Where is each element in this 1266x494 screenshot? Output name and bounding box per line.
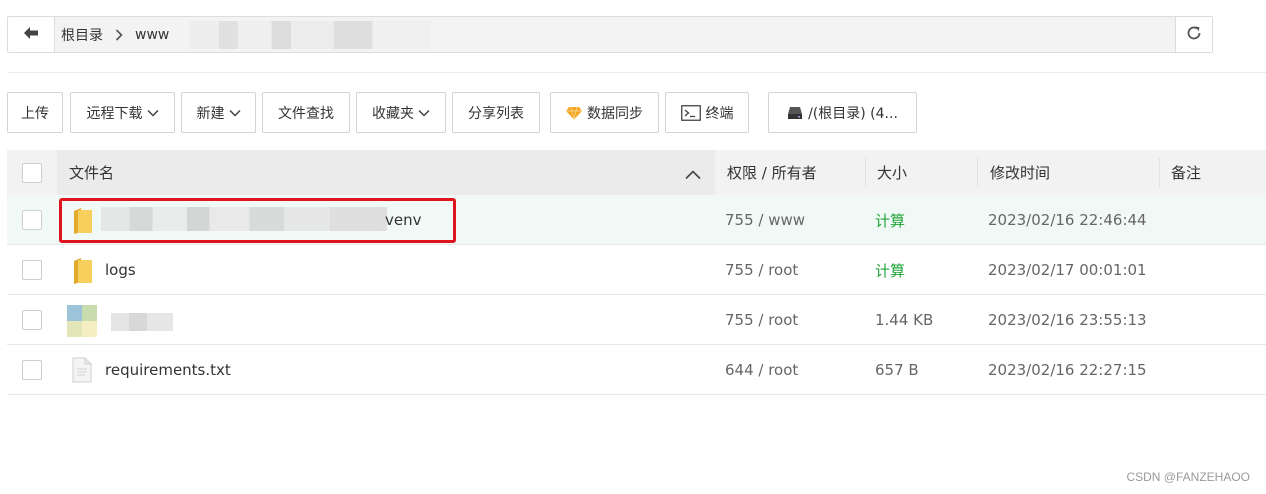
column-divider bbox=[1159, 158, 1160, 187]
permission-column-header[interactable]: 权限 / 所有者 bbox=[727, 150, 817, 195]
permission-header-label: 权限 / 所有者 bbox=[727, 164, 817, 182]
share-list-button[interactable]: 分享列表 bbox=[452, 92, 540, 133]
terminal-icon bbox=[680, 104, 701, 121]
file-manager-page: 根目录 www 上传 远程下载 新建 文件查找 收藏夹 分享列表 数据同步 终端… bbox=[0, 0, 1266, 494]
file-table: 文件名 权限 / 所有者 大小 修改时间 备注 venv 755 / www 计… bbox=[7, 150, 1266, 395]
name-column-header[interactable]: 文件名 bbox=[57, 150, 715, 195]
select-all-checkbox[interactable] bbox=[22, 162, 42, 183]
file-name-link[interactable]: logs bbox=[105, 261, 136, 279]
refresh-button[interactable] bbox=[1175, 17, 1212, 52]
file-name-link[interactable]: venv bbox=[385, 211, 422, 229]
back-button[interactable] bbox=[8, 17, 55, 52]
note-header-label: 备注 bbox=[1171, 164, 1202, 182]
row-checkbox[interactable] bbox=[22, 360, 42, 380]
modified-time: 2023/02/17 00:01:01 bbox=[988, 261, 1147, 279]
table-row[interactable]: 755 / root 1.44 KB 2023/02/16 23:55:13 bbox=[7, 295, 1266, 345]
calculate-size-link[interactable]: 计算 bbox=[875, 260, 905, 281]
permission-owner[interactable]: 644 / root bbox=[725, 361, 798, 379]
favorites-label: 收藏夹 bbox=[372, 105, 414, 122]
note-column-header[interactable]: 备注 bbox=[1171, 150, 1201, 195]
refresh-icon bbox=[1185, 24, 1203, 46]
arrow-left-icon bbox=[23, 25, 39, 44]
column-divider bbox=[865, 158, 866, 187]
modified-column-header[interactable]: 修改时间 bbox=[990, 150, 1050, 195]
disk-button[interactable]: /(根目录) (4... bbox=[768, 92, 917, 133]
sort-ascending-icon[interactable] bbox=[685, 166, 701, 184]
permission-owner[interactable]: 755 / www bbox=[725, 211, 805, 229]
upload-label: 上传 bbox=[21, 105, 49, 122]
column-divider bbox=[977, 158, 978, 187]
share-list-label: 分享列表 bbox=[468, 105, 524, 122]
breadcrumb: 根目录 www bbox=[61, 17, 169, 52]
permission-owner[interactable]: 755 / root bbox=[725, 311, 798, 329]
chevron-down-icon bbox=[146, 109, 159, 117]
remote-download-label: 远程下载 bbox=[86, 105, 143, 122]
favorites-button[interactable]: 收藏夹 bbox=[356, 92, 446, 133]
disk-label: /(根目录) (4... bbox=[808, 105, 898, 122]
blurred-filename-prefix bbox=[101, 207, 387, 231]
chevron-right-icon bbox=[115, 28, 123, 41]
chevron-down-icon bbox=[228, 109, 241, 117]
calculate-size-link[interactable]: 计算 bbox=[875, 210, 905, 231]
name-header-label: 文件名 bbox=[69, 164, 115, 182]
row-checkbox[interactable] bbox=[22, 260, 42, 280]
folder-icon bbox=[72, 207, 92, 234]
chevron-down-icon bbox=[418, 109, 430, 117]
terminal-button[interactable]: 终端 bbox=[665, 92, 749, 133]
hard-drive-icon bbox=[787, 106, 803, 120]
file-search-label: 文件查找 bbox=[278, 105, 334, 122]
file-size: 657 B bbox=[875, 361, 919, 379]
breadcrumb-www[interactable]: www bbox=[135, 27, 169, 43]
data-sync-label: 数据同步 bbox=[587, 105, 643, 122]
row-checkbox[interactable] bbox=[22, 310, 42, 330]
modified-time: 2023/02/16 23:55:13 bbox=[988, 311, 1147, 329]
new-label: 新建 bbox=[196, 105, 225, 122]
permission-owner[interactable]: 755 / root bbox=[725, 261, 798, 279]
text-file-icon bbox=[72, 357, 92, 383]
file-search-button[interactable]: 文件查找 bbox=[262, 92, 350, 133]
remote-download-button[interactable]: 远程下载 bbox=[70, 92, 175, 133]
upload-button[interactable]: 上传 bbox=[7, 92, 63, 133]
modified-time: 2023/02/16 22:27:15 bbox=[988, 361, 1147, 379]
watermark: CSDN @FANZEHAOO bbox=[1126, 470, 1250, 484]
table-row[interactable]: requirements.txt 644 / root 657 B 2023/0… bbox=[7, 345, 1266, 395]
gem-icon bbox=[566, 106, 582, 120]
table-row[interactable]: venv 755 / www 计算 2023/02/16 22:46:44 bbox=[7, 195, 1266, 245]
row-checkbox[interactable] bbox=[22, 210, 42, 230]
new-button[interactable]: 新建 bbox=[181, 92, 256, 133]
file-name-link[interactable]: requirements.txt bbox=[105, 361, 231, 379]
folder-icon bbox=[72, 257, 92, 284]
size-header-label: 大小 bbox=[877, 164, 908, 182]
path-bar: 根目录 www bbox=[7, 16, 1213, 53]
table-row[interactable]: logs 755 / root 计算 2023/02/17 00:01:01 bbox=[7, 245, 1266, 295]
terminal-label: 终端 bbox=[705, 105, 734, 122]
file-size: 1.44 KB bbox=[875, 311, 934, 329]
table-header: 文件名 权限 / 所有者 大小 修改时间 备注 bbox=[7, 150, 1266, 195]
size-column-header[interactable]: 大小 bbox=[877, 150, 907, 195]
modified-time: 2023/02/16 22:46:44 bbox=[988, 211, 1147, 229]
modified-header-label: 修改时间 bbox=[990, 164, 1051, 182]
blurred-path-segment bbox=[190, 21, 430, 49]
divider bbox=[7, 72, 1266, 73]
blurred-file-thumbnail bbox=[67, 305, 173, 337]
data-sync-button[interactable]: 数据同步 bbox=[550, 92, 659, 133]
breadcrumb-root[interactable]: 根目录 bbox=[61, 25, 103, 45]
